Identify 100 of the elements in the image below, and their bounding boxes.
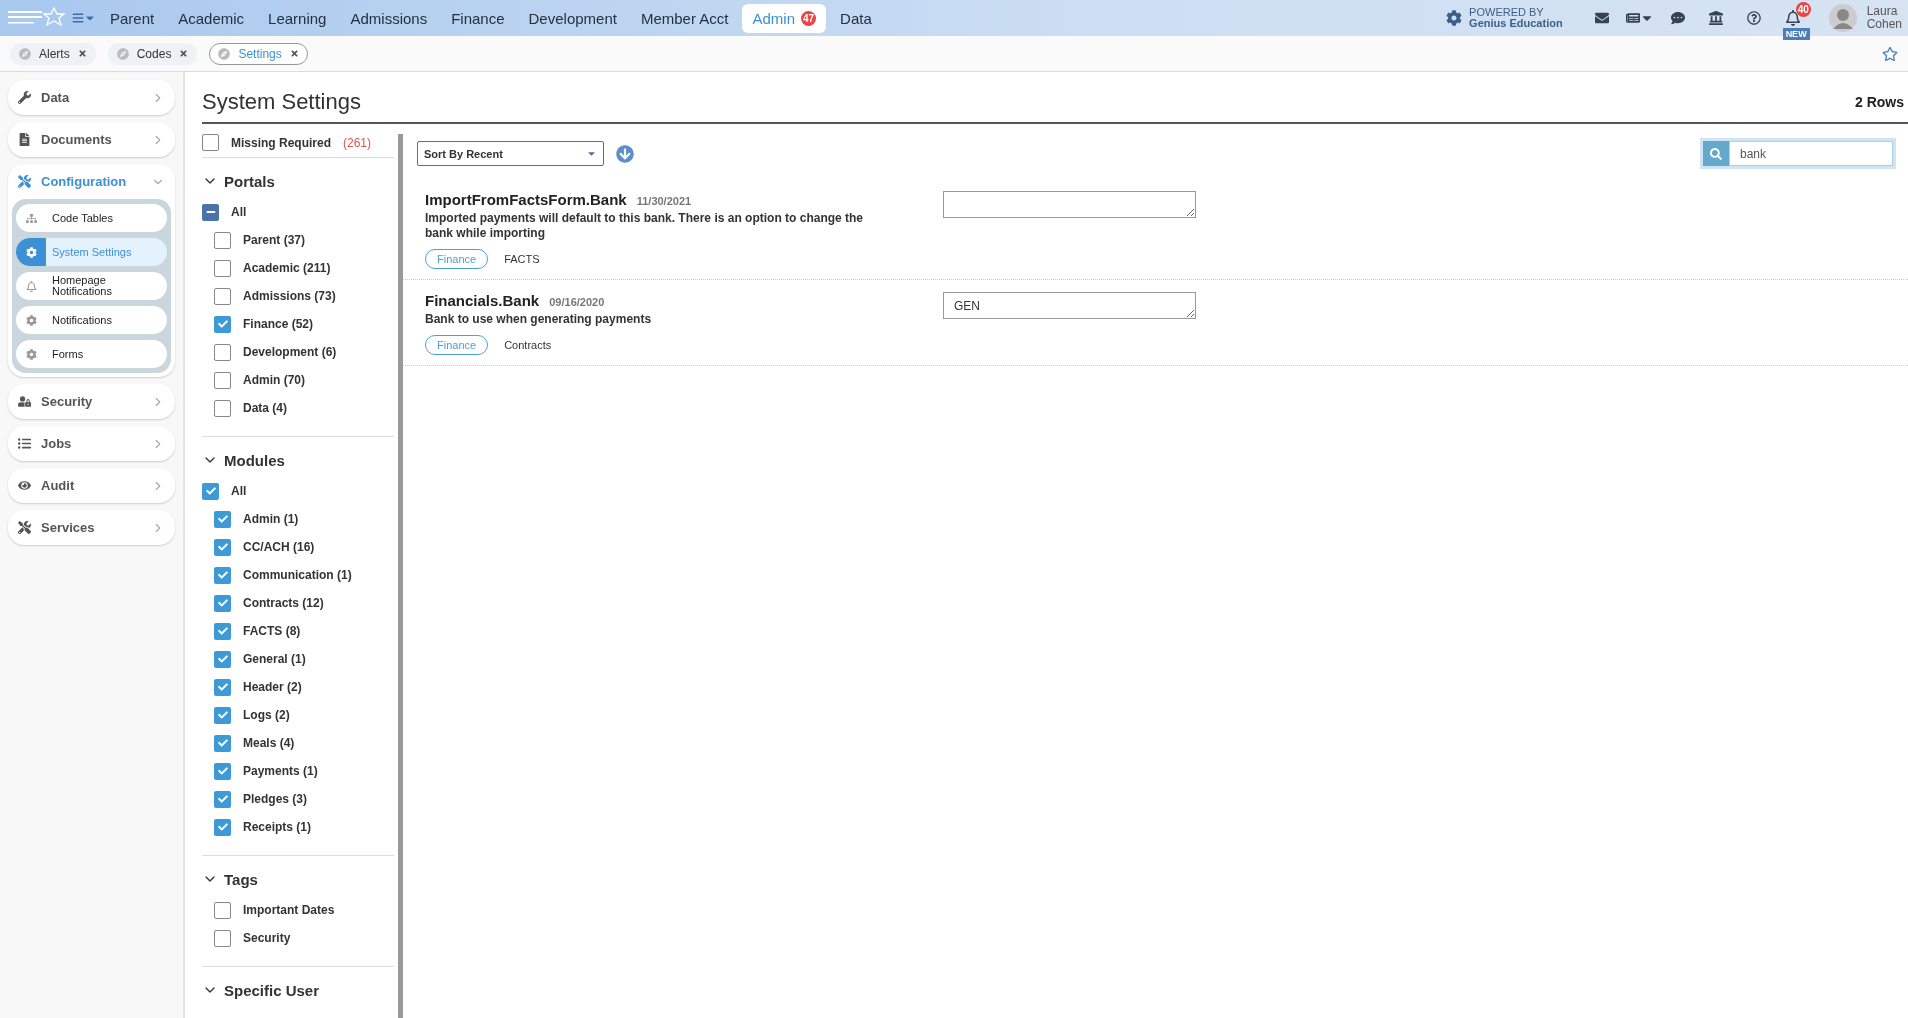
sort-dropdown[interactable]: Sort By Recent [417,141,604,166]
check-icon [217,822,228,832]
filter-option[interactable]: Communication (1) [202,561,394,589]
checkbox[interactable] [202,203,219,221]
checkbox[interactable] [214,343,231,361]
filter-option[interactable]: All [202,198,394,226]
filter-option[interactable]: All [202,477,394,505]
nav-tab[interactable]: Academic [168,3,255,33]
compass-icon [19,47,31,60]
checkbox[interactable] [214,231,231,249]
filter-option[interactable]: Missing Required (261) [202,134,398,151]
close-icon[interactable] [179,49,189,58]
filter-option[interactable]: Academic (211) [202,254,394,282]
close-icon[interactable] [77,49,87,58]
submenu-item[interactable]: Code Tables [16,204,167,232]
check-icon [217,319,228,329]
checkbox[interactable] [214,818,231,836]
checkbox[interactable] [214,566,231,584]
filter-option[interactable]: Data (4) [202,394,394,422]
nav-tab[interactable]: Member Acct [630,3,739,33]
filter-group-header[interactable]: Portals [202,168,394,194]
sidebar-icon [18,133,31,146]
setting-description: Bank to use when generating payments [425,312,653,327]
submenu-item[interactable]: Notifications [16,306,167,334]
checkbox[interactable] [214,287,231,305]
submenu-item[interactable]: Forms [16,340,167,368]
checkbox[interactable] [214,510,231,528]
checkbox[interactable] [202,134,219,151]
checkbox[interactable] [214,901,231,919]
filter-option[interactable]: General (1) [202,645,394,673]
submenu-item[interactable]: Homepage Notifications [16,272,167,300]
filter-option[interactable]: Security [202,924,394,952]
value-field[interactable]: GEN [943,292,1196,319]
filter-option[interactable]: Pledges (3) [202,785,394,813]
nav-tab[interactable]: Learning [258,3,337,33]
sidebar-item[interactable]: Services [8,510,175,545]
value-field[interactable] [943,191,1196,218]
filter-group-header[interactable]: Specific User [202,977,394,1003]
filter-option[interactable]: Payments (1) [202,757,394,785]
nav-tab[interactable]: Admissions [340,3,438,33]
filter-option[interactable]: Contracts (12) [202,589,394,617]
filter-option[interactable]: Meals (4) [202,729,394,757]
avatar-icon[interactable] [1828,4,1857,32]
sidebar-icon [18,175,31,188]
checkbox[interactable] [214,315,231,333]
checkbox[interactable] [202,482,219,500]
open-tab[interactable]: Codes [107,42,198,65]
star-icon[interactable] [1882,45,1898,62]
nav-tab[interactable]: Development [518,3,627,33]
filter-option[interactable]: Admissions (73) [202,282,394,310]
filter-option[interactable]: Admin (1) [202,505,394,533]
filter-option[interactable]: FACTS (8) [202,617,394,645]
check-icon [217,514,228,524]
filter-option[interactable]: Finance (52) [202,310,394,338]
sidebar-item[interactable]: Data [8,80,175,115]
check-icon [217,794,228,804]
checkbox[interactable] [214,678,231,696]
filter-group-header[interactable]: Modules [202,447,394,473]
open-tab[interactable]: Settings [209,42,308,65]
nav-tab[interactable]: Admin 47 [742,3,827,33]
filter-option[interactable]: Header (2) [202,673,394,701]
filter-option[interactable]: Admin (70) [202,366,394,394]
filter-option[interactable]: Important Dates [202,896,394,924]
sidebar-item[interactable]: Audit [8,468,175,503]
menu-item-icon [25,246,37,258]
checkbox[interactable] [214,734,231,752]
filter-group-header[interactable]: Tags [202,866,394,892]
checkbox[interactable] [214,594,231,612]
filter-option[interactable]: Development (6) [202,338,394,366]
sidebar-item[interactable]: Security [8,384,175,419]
checkbox[interactable] [214,790,231,808]
checkbox[interactable] [214,538,231,556]
sidebar-icon [18,91,31,104]
nav-tab[interactable]: Data [830,3,882,33]
checkbox[interactable] [214,706,231,724]
module-label: Contracts [504,339,552,351]
sidebar-item[interactable]: Jobs [8,426,175,461]
user-name[interactable]: Laura [1866,5,1902,18]
check-icon [217,654,228,664]
checkbox[interactable] [214,371,231,389]
user-name[interactable]: Cohen [1866,18,1902,31]
filter-option[interactable]: Logs (2) [202,701,394,729]
filter-option[interactable]: CC/ACH (16) [202,533,394,561]
filter-option[interactable]: Receipts (1) [202,813,394,841]
sidebar-item[interactable]: Documents [8,122,175,157]
sort-direction-icon[interactable] [616,144,634,163]
checkbox[interactable] [214,762,231,780]
search-icon[interactable] [1703,141,1729,166]
filter-option[interactable]: Parent (37) [202,226,394,254]
open-tab[interactable]: Alerts [10,42,96,65]
checkbox[interactable] [214,650,231,668]
checkbox[interactable] [214,399,231,417]
nav-tab[interactable]: Finance [441,3,515,33]
checkbox[interactable] [214,929,231,947]
menu-icon[interactable] [72,12,96,24]
checkbox[interactable] [214,259,231,277]
close-icon[interactable] [289,49,299,58]
search-field[interactable]: bank [1700,138,1896,169]
nav-tab[interactable]: Parent [100,3,165,33]
checkbox[interactable] [214,622,231,640]
